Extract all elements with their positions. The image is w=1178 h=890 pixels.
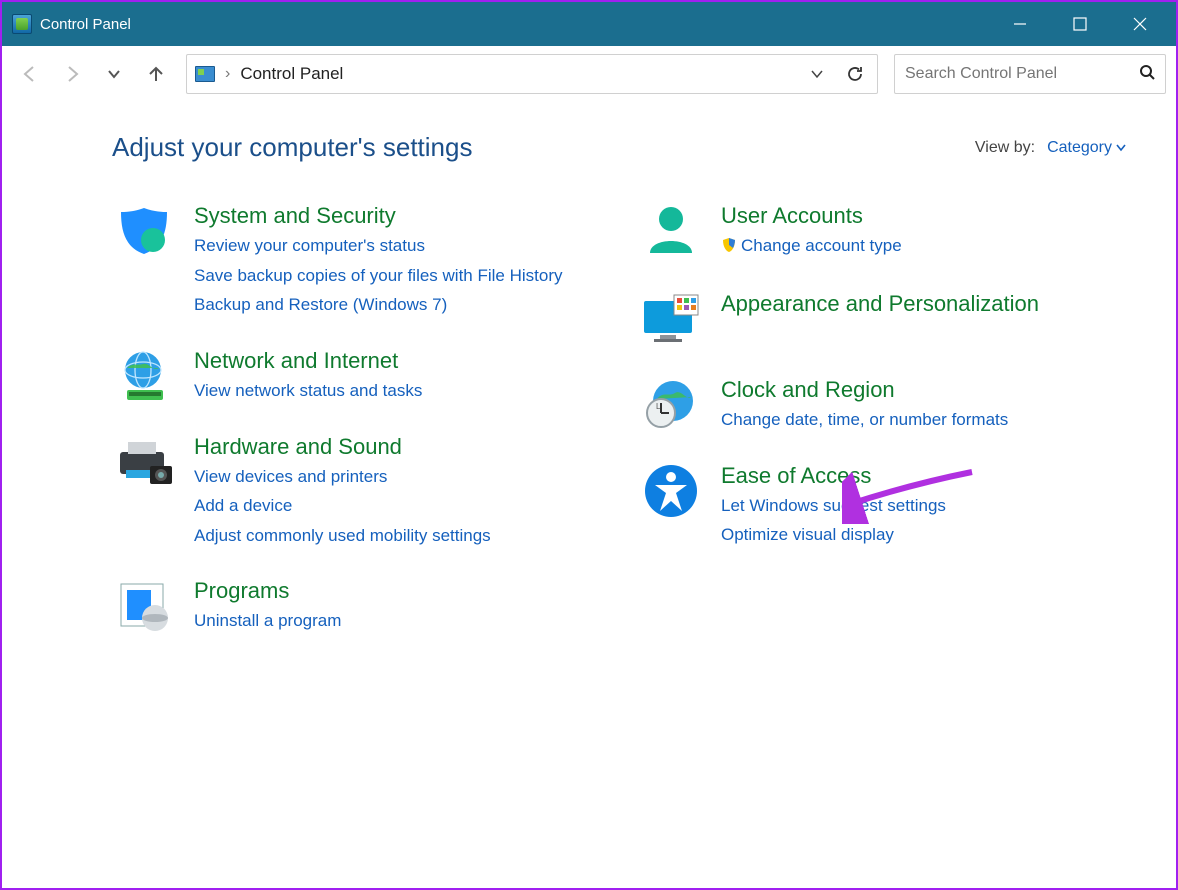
window-title: Control Panel — [40, 16, 990, 33]
uac-shield-icon — [721, 235, 737, 261]
refresh-button[interactable] — [841, 65, 869, 83]
category-ease-of-access: Ease of Access Let Windows suggest setti… — [639, 463, 1126, 548]
minimize-button[interactable] — [990, 2, 1050, 46]
link-file-history[interactable]: Save backup copies of your files with Fi… — [194, 263, 563, 289]
link-network[interactable]: Network and Internet — [194, 348, 422, 374]
link-optimize-display[interactable]: Optimize visual display — [721, 522, 946, 548]
link-add-device[interactable]: Add a device — [194, 493, 491, 519]
monitor-icon — [639, 291, 703, 347]
address-dropdown[interactable] — [803, 66, 831, 82]
link-review-status[interactable]: Review your computer's status — [194, 233, 563, 259]
link-change-account-type[interactable]: Change account type — [721, 233, 902, 261]
category-hardware: Hardware and Sound View devices and prin… — [112, 434, 599, 549]
maximize-button[interactable] — [1050, 2, 1110, 46]
category-appearance: Appearance and Personalization — [639, 291, 1126, 347]
link-appearance[interactable]: Appearance and Personalization — [721, 291, 1039, 317]
clock-globe-icon: L — [639, 377, 703, 433]
address-bar[interactable]: › Control Panel — [186, 54, 878, 94]
view-by-label: View by: — [975, 139, 1035, 157]
svg-text:L: L — [656, 402, 661, 411]
up-button[interactable] — [138, 56, 174, 92]
link-backup-restore[interactable]: Backup and Restore (Windows 7) — [194, 292, 563, 318]
chevron-down-icon — [1116, 144, 1126, 152]
control-panel-icon — [12, 14, 32, 34]
category-system-security: System and Security Review your computer… — [112, 203, 599, 318]
category-user-accounts: User Accounts Change account type — [639, 203, 1126, 261]
breadcrumb[interactable]: Control Panel — [240, 64, 343, 84]
printer-icon — [112, 434, 176, 490]
link-change-date-time[interactable]: Change date, time, or number formats — [721, 407, 1008, 433]
category-clock: L Clock and Region Change date, time, or… — [639, 377, 1126, 433]
link-suggest-settings[interactable]: Let Windows suggest settings — [721, 493, 946, 519]
view-by: View by: Category — [975, 139, 1126, 157]
link-ease-of-access[interactable]: Ease of Access — [721, 463, 946, 489]
shield-icon — [112, 203, 176, 259]
user-icon — [639, 203, 703, 259]
link-user-accounts[interactable]: User Accounts — [721, 203, 902, 229]
address-icon — [195, 66, 215, 82]
link-network-status[interactable]: View network status and tasks — [194, 378, 422, 404]
link-mobility-settings[interactable]: Adjust commonly used mobility settings — [194, 523, 491, 549]
link-clock-region[interactable]: Clock and Region — [721, 377, 1008, 403]
close-button[interactable] — [1110, 2, 1170, 46]
category-network: Network and Internet View network status… — [112, 348, 599, 404]
link-devices-printers[interactable]: View devices and printers — [194, 464, 491, 490]
navbar: › Control Panel — [2, 46, 1176, 102]
recent-dropdown[interactable] — [96, 56, 132, 92]
link-uninstall[interactable]: Uninstall a program — [194, 608, 341, 634]
search-box[interactable] — [894, 54, 1166, 94]
programs-icon — [112, 578, 176, 634]
breadcrumb-sep: › — [225, 65, 230, 83]
page-title: Adjust your computer's settings — [112, 132, 472, 163]
link-programs[interactable]: Programs — [194, 578, 341, 604]
link-system-security[interactable]: System and Security — [194, 203, 563, 229]
search-icon[interactable] — [1139, 64, 1155, 85]
category-programs: Programs Uninstall a program — [112, 578, 599, 634]
view-by-dropdown[interactable]: Category — [1047, 139, 1126, 157]
search-input[interactable] — [905, 65, 1139, 83]
back-button[interactable] — [12, 56, 48, 92]
globe-icon — [112, 348, 176, 404]
titlebar: Control Panel — [2, 2, 1176, 46]
link-hardware[interactable]: Hardware and Sound — [194, 434, 491, 460]
accessibility-icon — [639, 463, 703, 519]
forward-button[interactable] — [54, 56, 90, 92]
